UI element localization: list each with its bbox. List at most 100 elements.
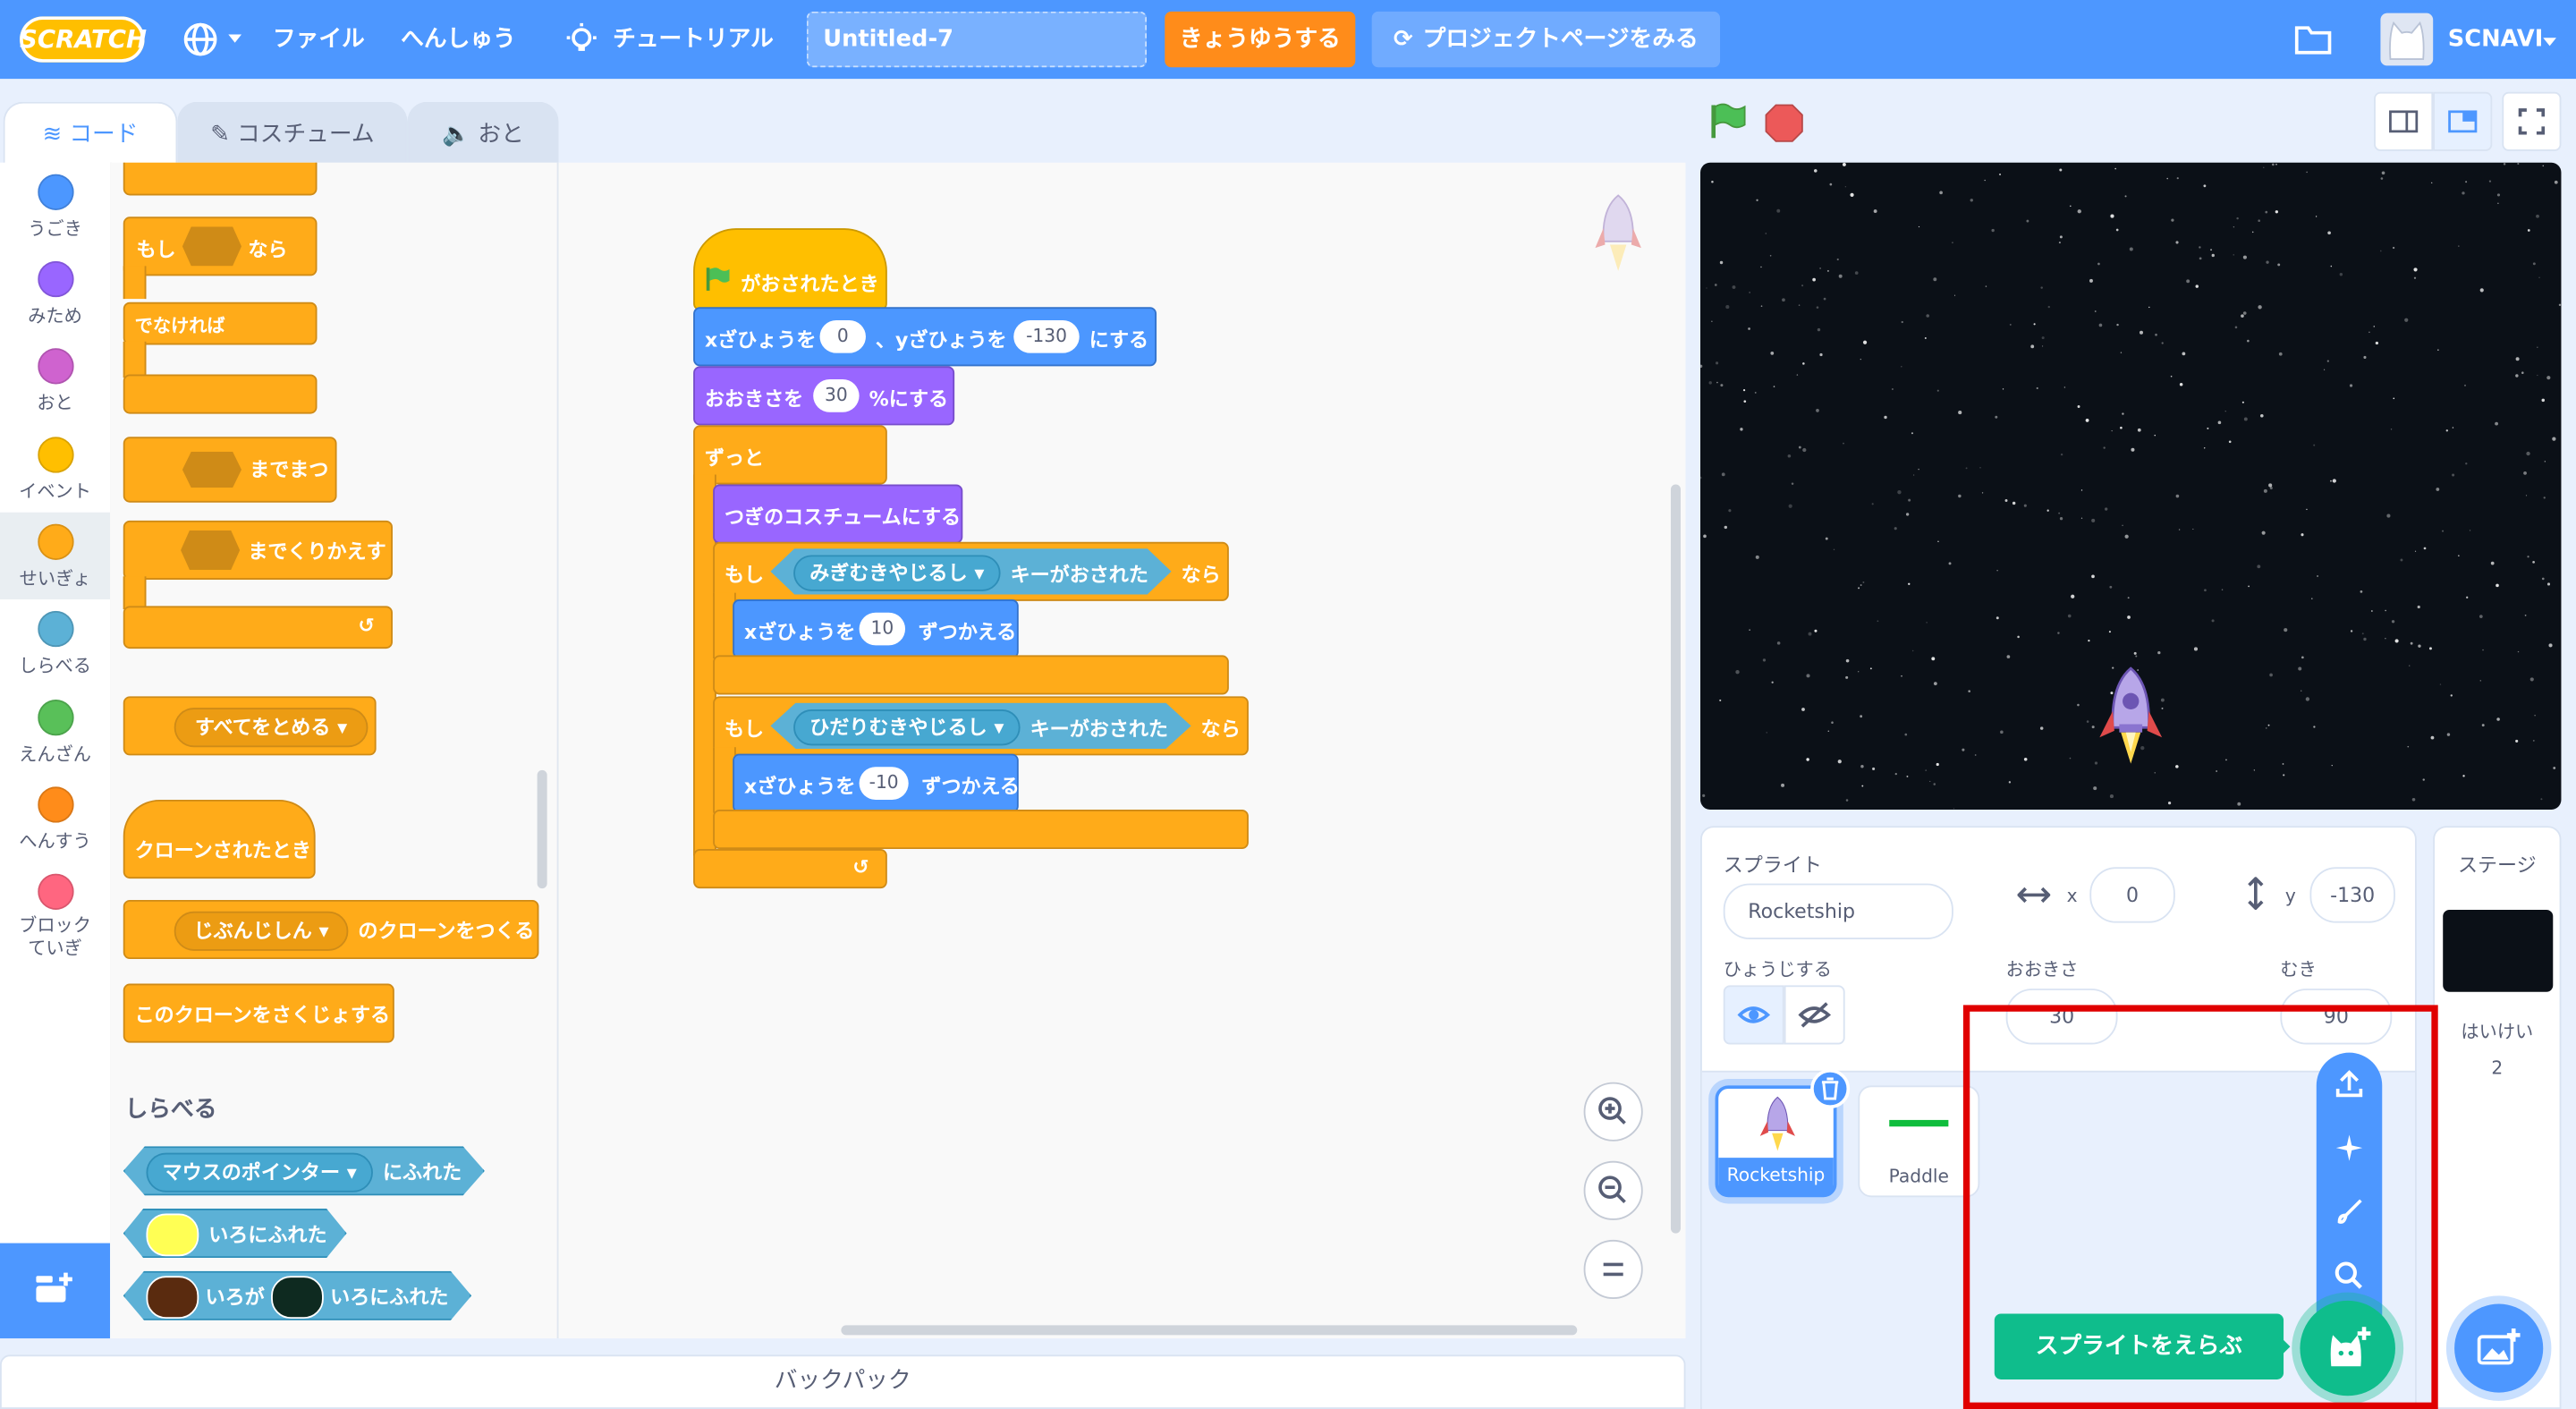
share-button[interactable]: きょうゆうする	[1165, 11, 1356, 68]
key-pressed2-label: キーがおされた	[1030, 717, 1168, 741]
choose-backdrop-button[interactable]	[2454, 1303, 2544, 1393]
zoom-reset-button[interactable]	[1583, 1239, 1643, 1300]
block-change-x-10[interactable]: xざひょうを 10 ずつかえる	[733, 599, 1019, 659]
block-next-costume[interactable]: つぎのコスチュームにする	[713, 484, 963, 544]
block-touching-color[interactable]: いろにふれた	[123, 1209, 347, 1259]
touching-target-dropdown[interactable]: マウスのポインター ▾	[146, 1152, 373, 1193]
block-if-left-key[interactable]: もし ひだりむきやじるし ▾ キーがおされた なら	[713, 696, 1249, 756]
script-area-hscrollbar[interactable]	[841, 1325, 1578, 1336]
file-menu[interactable]: ファイル	[273, 0, 365, 79]
color-swatch-yellow[interactable]	[146, 1213, 199, 1257]
key-pressed-label: キーがおされた	[1010, 563, 1148, 587]
goto-x-input[interactable]: 0	[819, 319, 866, 353]
tab-sounds[interactable]: 🔈 おと	[407, 101, 559, 165]
sprite-tile-rocketship[interactable]: Rocketship	[1715, 1069, 1851, 1198]
block-partial-top[interactable]	[123, 162, 318, 196]
block-when-clone-start[interactable]: クローンされたとき	[123, 799, 316, 879]
show-button[interactable]	[1723, 985, 1784, 1045]
block-if-else[interactable]: でなければ	[123, 301, 320, 417]
zoom-out-button[interactable]	[1583, 1160, 1643, 1220]
scratch-logo[interactable]: SCRATCH	[20, 16, 147, 63]
stop-button[interactable]	[1765, 104, 1804, 143]
touching-label: にふれた	[382, 1160, 462, 1184]
block-delete-clone[interactable]: このクローンをさくじょする	[123, 983, 394, 1043]
small-stage-button[interactable]	[2374, 91, 2434, 151]
brush-icon: ✎	[210, 121, 230, 149]
clone-target-dropdown[interactable]: じぶんじしん ▾	[174, 911, 349, 951]
green-flag-button[interactable]	[1708, 102, 1748, 141]
large-stage-button[interactable]	[2433, 91, 2493, 151]
language-menu[interactable]	[181, 20, 246, 59]
color-swatch-brown[interactable]	[146, 1276, 199, 1320]
x-input[interactable]: 0	[2089, 867, 2175, 923]
block-go-to-xy[interactable]: xざひょうを 0 、yざひょうを -130 にする	[693, 307, 1157, 367]
block-if-right-key[interactable]: もし みぎむきやじるし ▾ キーがおされた なら	[713, 541, 1229, 601]
block-set-size[interactable]: おおきさを 30 %にする	[693, 366, 955, 426]
clone-self-label: じぶんじしん	[193, 919, 312, 943]
project-title-input[interactable]: Untitled-7	[806, 11, 1148, 68]
y-input[interactable]: -130	[2309, 867, 2395, 923]
category-myblocks[interactable]: ブロックていぎ	[0, 862, 110, 961]
backpack-bar[interactable]: バックパック	[0, 1354, 1686, 1409]
folder-icon[interactable]	[2293, 21, 2333, 57]
category-operators-dot	[37, 699, 73, 736]
tutorials-label: チュートリアル	[613, 26, 774, 53]
tab-code-label: コード	[69, 121, 139, 149]
script-area[interactable]: がおされたとき xざひょうを 0 、yざひょうを -130 にする おおきさを …	[558, 162, 1686, 1339]
stop-option-dropdown[interactable]: すべてをとめる ▾	[174, 708, 369, 748]
category-looks[interactable]: みため	[0, 250, 110, 336]
block-forever[interactable]: ずっと	[693, 425, 887, 485]
key-left-dropdown[interactable]: ひだりむきやじるし ▾	[793, 709, 1021, 746]
category-motion[interactable]: うごき	[0, 163, 110, 250]
category-sensing-dot	[37, 610, 73, 648]
key-right-dropdown[interactable]: みぎむきやじるし ▾	[793, 555, 1001, 591]
tab-costumes[interactable]: ✎ コスチューム	[177, 101, 408, 165]
tutorials-menu[interactable]: チュートリアル	[565, 0, 774, 79]
block-wait-until[interactable]: までまつ	[123, 437, 337, 503]
script-area-vscrollbar[interactable]	[1670, 484, 1681, 1234]
block-repeat-until[interactable]: までくりかえす ↺	[123, 520, 394, 652]
delete-sprite-button[interactable]	[1810, 1069, 1851, 1109]
stop-all-label: すべてをとめる	[194, 716, 331, 740]
see-project-page-button[interactable]: ⟳ プロジェクトページをみる	[1371, 11, 1721, 68]
stage-canvas[interactable]	[1700, 162, 2562, 810]
touching-color-label: いろにふれた	[208, 1223, 327, 1247]
script-stack[interactable]: がおされたとき xざひょうを 0 、yざひょうを -130 にする おおきさを …	[693, 228, 1251, 902]
block-color-touching-color[interactable]: いろが いろにふれた	[123, 1270, 472, 1320]
edit-menu[interactable]: へんしゅう	[401, 0, 516, 79]
fullscreen-button[interactable]	[2502, 91, 2562, 151]
size-input[interactable]: 30	[813, 379, 860, 412]
block-if-then[interactable]: もし なら	[123, 216, 320, 315]
change-x2-label: xざひょうを	[744, 775, 856, 799]
block-change-x-neg10[interactable]: xざひょうを -10 ずつかえる	[733, 753, 1020, 813]
category-sensing[interactable]: しらべる	[0, 599, 110, 686]
change-x-input[interactable]: 10	[859, 612, 906, 646]
account-menu[interactable]: SCNAVI	[2377, 10, 2566, 69]
palette-scrollbar[interactable]	[537, 769, 547, 889]
zoom-in-button[interactable]	[1583, 1082, 1643, 1142]
block-when-flag-clicked[interactable]: がおされたとき	[693, 228, 887, 310]
category-operators-label: えんざん	[19, 743, 91, 766]
if-label: もし	[136, 238, 176, 261]
category-sound[interactable]: おと	[0, 336, 110, 423]
add-extension-button[interactable]	[0, 1243, 111, 1339]
rocketship-sprite[interactable]	[2097, 665, 2165, 769]
category-variables[interactable]: へんすう	[0, 775, 110, 862]
x-label: x	[2066, 885, 2078, 907]
category-operators[interactable]: えんざん	[0, 688, 110, 775]
block-stop-all[interactable]: すべてをとめる ▾	[123, 696, 377, 756]
clone-start-label: クローンされたとき	[134, 839, 311, 862]
change-x2-input[interactable]: -10	[859, 767, 909, 800]
goto-y-input[interactable]: -130	[1013, 319, 1080, 353]
block-create-clone[interactable]: じぶんじしん ▾ のクローンをつくる	[123, 899, 539, 960]
block-touching[interactable]: マウスのポインター ▾ にふれた	[123, 1146, 485, 1196]
paddle-thumbnail-icon	[1889, 1119, 1949, 1127]
sprite-tile-paddle[interactable]: Paddle	[1858, 1085, 1980, 1198]
tab-code[interactable]: ≋ コード	[3, 101, 178, 165]
color-swatch-darkgreen[interactable]	[271, 1276, 324, 1320]
sprite-name-input[interactable]: Rocketship	[1723, 883, 1953, 939]
y-arrows-icon	[2248, 877, 2264, 910]
category-control[interactable]: せいぎょ	[0, 512, 111, 600]
hide-button[interactable]	[1784, 985, 1845, 1045]
category-events[interactable]: イベント	[0, 425, 110, 512]
